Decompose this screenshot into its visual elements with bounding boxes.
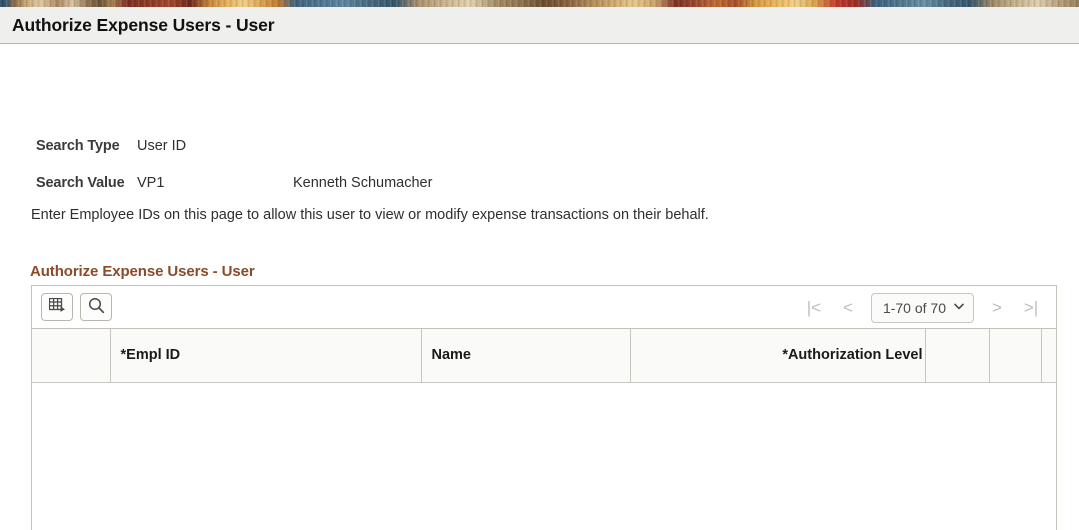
pagination-range-dropdown[interactable]: 1-70 of 70 (870, 292, 974, 323)
column-header-empl-id: *Empl ID (110, 329, 422, 383)
pagination-first-button[interactable]: |< (797, 293, 831, 323)
column-header-remove (989, 329, 1042, 383)
table-header-row: *Empl ID Name *Authorization Level (32, 329, 1056, 383)
page-content: Search Type User ID Search Value VP1 Kennet… (0, 45, 1079, 530)
pagination-last-button[interactable]: >| (1014, 293, 1048, 323)
search-icon (88, 297, 105, 317)
column-header-add (925, 329, 990, 383)
column-header-scrollbar-spacer (1041, 329, 1056, 383)
grid-toolbar: |< < 1-70 of 70 > >| (32, 286, 1056, 329)
pagination-range-label: 1-70 of 70 (882, 299, 946, 316)
expense-users-table: *Empl ID Name *Authorization Level (32, 329, 1056, 383)
page-title: Authorize Expense Users - User (12, 15, 275, 35)
search-value-code: VP1 (137, 175, 165, 191)
search-value-row: Search Value VP1 Kenneth Schumacher (36, 175, 432, 191)
column-header-row-number (32, 329, 111, 383)
search-type-value: User ID (137, 138, 187, 154)
grid-find-button[interactable] (80, 293, 112, 321)
page-title-bar: Authorize Expense Users - User (0, 7, 1079, 44)
search-type-label: Search Type (36, 138, 120, 154)
search-type-row: Search Type User ID (36, 138, 186, 154)
authorize-expense-users-grid: |< < 1-70 of 70 > >| *Empl ID Name *Auth… (31, 285, 1057, 530)
grid-personalize-button[interactable] (41, 293, 73, 321)
column-header-name: Name (421, 329, 631, 383)
decorative-banner-strip (0, 0, 1079, 7)
grid-personalize-icon (48, 297, 66, 316)
chevron-down-icon (954, 303, 964, 313)
pagination-next-button[interactable]: > (980, 293, 1014, 323)
search-value-name: Kenneth Schumacher (293, 175, 433, 191)
instruction-text: Enter Employee IDs on this page to allow… (31, 207, 709, 223)
grid-section-title: Authorize Expense Users - User (30, 263, 255, 280)
search-value-label: Search Value (36, 175, 125, 191)
column-header-authorization-level: *Authorization Level (630, 329, 926, 383)
grid-pagination: |< < 1-70 of 70 > >| (797, 286, 1048, 329)
pagination-prev-button[interactable]: < (831, 293, 865, 323)
